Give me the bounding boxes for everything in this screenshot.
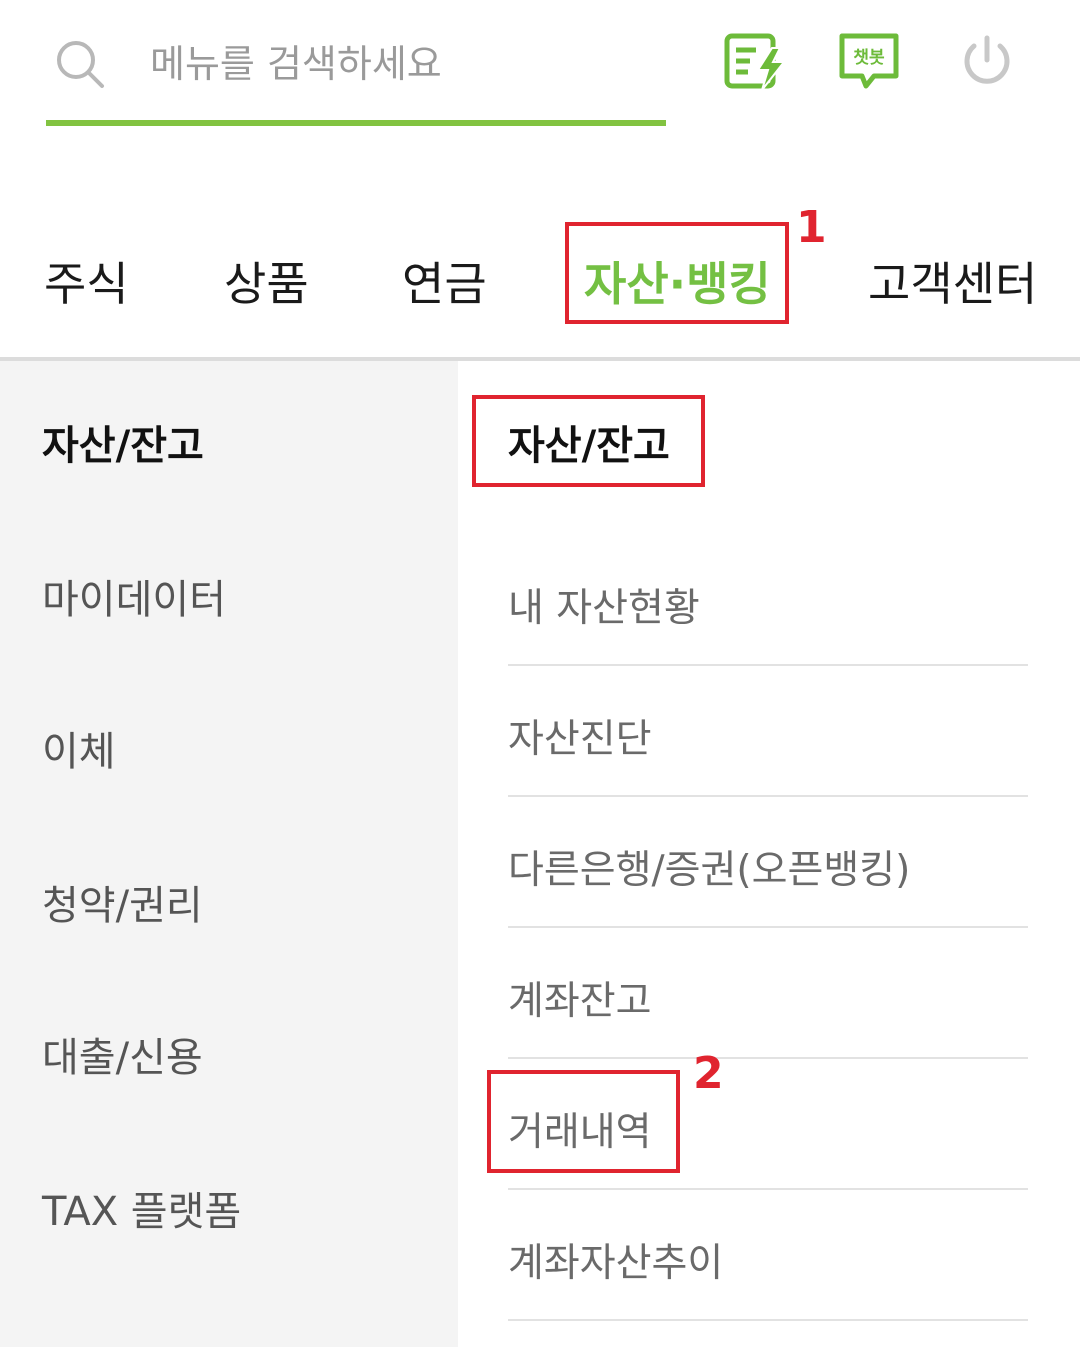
memo-lightning-icon[interactable] [722,30,790,94]
submenu-panel: 자산/잔고 내 자산현황 자산진단 다른은행/증권(오픈뱅킹) 계좌잔고 거래내… [458,361,1080,1347]
annotation-box-transaction-history [487,1070,680,1173]
submenu-item-label: 계좌잔고 [508,979,652,1024]
chatbot-label: 챗봇 [853,48,885,68]
annotation-box-tab [565,222,789,324]
chatbot-icon[interactable]: 챗봇 [836,30,904,94]
left-menu-item-tax-platform[interactable]: TAX 플랫폼 [42,1179,241,1237]
power-icon[interactable] [955,30,1023,94]
left-category-menu: 자산/잔고 마이데이터 이체 청약/권리 대출/신용 TAX 플랫폼 [0,361,458,1347]
submenu-item-account-balance[interactable]: 계좌잔고 [508,928,1028,1059]
left-menu-item-assets-balance[interactable]: 자산/잔고 [42,413,204,471]
tab-pension[interactable]: 연금 [402,248,487,314]
submenu-item-my-assets[interactable]: 내 자산현황 [508,535,1028,666]
tab-stocks[interactable]: 주식 [44,248,129,314]
search-underline [46,120,666,126]
left-menu-item-transfer[interactable]: 이체 [42,719,116,777]
tab-customer-center[interactable]: 고객센터 [868,248,1037,314]
annotation-box-section-title [472,395,705,487]
annotation-number-2: 2 [693,1048,724,1099]
submenu-item-label: 내 자산현황 [508,586,700,631]
main-tabs: 주식 상품 연금 자산·뱅킹 고객센터 [0,230,1080,326]
left-menu-item-mydata[interactable]: 마이데이터 [42,567,226,625]
submenu-item-account-asset-trend[interactable]: 계좌자산추이 [508,1190,1028,1321]
search-bar [46,22,666,126]
search-icon[interactable] [54,38,106,90]
submenu-item-label: 계좌자산추이 [508,1241,724,1286]
annotation-number-1: 1 [796,202,827,253]
left-menu-item-loan-credit[interactable]: 대출/신용 [42,1025,203,1083]
submenu-item-label: 자산진단 [508,717,652,762]
submenu-item-label: 다른은행/증권(오픈뱅킹) [508,848,911,893]
submenu-item-open-banking[interactable]: 다른은행/증권(오픈뱅킹) [508,797,1028,928]
left-menu-item-subscription-rights[interactable]: 청약/권리 [42,873,203,931]
search-input[interactable] [150,34,650,94]
submenu-item-asset-diagnosis[interactable]: 자산진단 [508,666,1028,797]
tab-products[interactable]: 상품 [224,248,309,314]
